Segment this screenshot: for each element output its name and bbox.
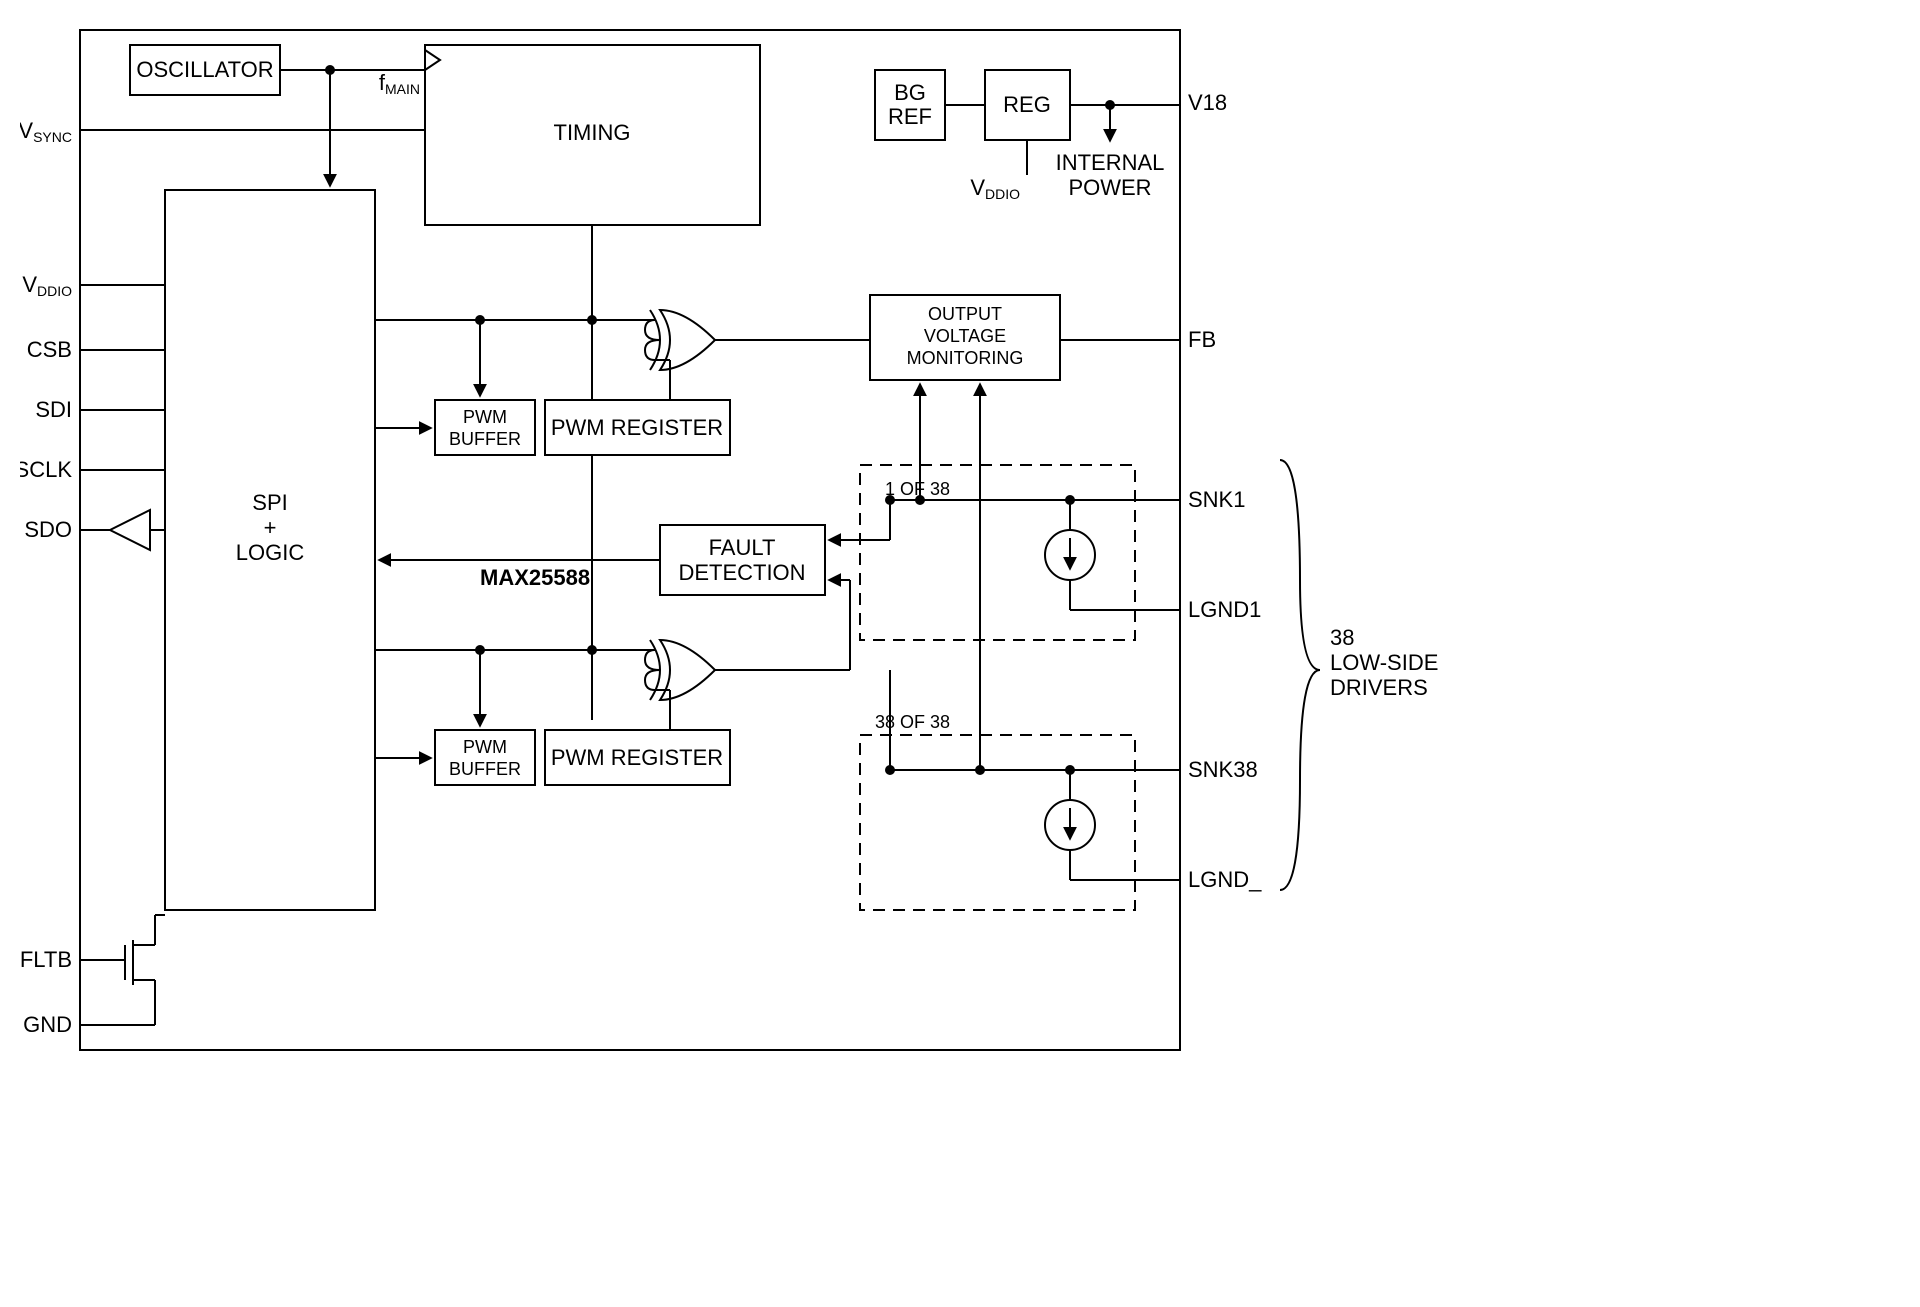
drivers-l1: 38 — [1330, 625, 1354, 650]
current-source-38-icon — [1045, 800, 1095, 850]
svg-text:BUFFER: BUFFER — [449, 429, 521, 449]
svg-text:PWM: PWM — [463, 407, 507, 427]
lgnd1-pin: LGND1 — [1188, 597, 1261, 622]
reg-label: REG — [1003, 92, 1051, 117]
svg-text:DETECTION: DETECTION — [678, 560, 805, 585]
sdo-pin: SDO — [24, 517, 72, 542]
intpwr-l1: INTERNAL — [1056, 150, 1165, 175]
sclk-pin: SCLK — [20, 457, 72, 482]
current-source-1-icon — [1045, 530, 1095, 580]
vsync-pin: VSYNC — [20, 118, 72, 145]
svg-text:VOLTAGE: VOLTAGE — [924, 326, 1006, 346]
csb-pin: CSB — [27, 337, 72, 362]
svg-text:PWM: PWM — [463, 737, 507, 757]
fb-pin: FB — [1188, 327, 1216, 352]
svg-text:MONITORING: MONITORING — [907, 348, 1024, 368]
oscillator-label: OSCILLATOR — [136, 57, 273, 82]
gnd-pin: GND — [23, 1012, 72, 1037]
bgref-l2: REF — [888, 104, 932, 129]
vddio-pin: VDDIO — [22, 272, 72, 299]
svg-text:OUTPUT: OUTPUT — [928, 304, 1002, 324]
brace-icon — [1280, 460, 1320, 890]
drivers-l3: DRIVERS — [1330, 675, 1428, 700]
spi-l3: LOGIC — [236, 540, 305, 565]
drivers-l2: LOW-SIDE — [1330, 650, 1438, 675]
spi-l1: SPI — [252, 490, 287, 515]
bgref-l1: BG — [894, 80, 926, 105]
timing-label: TIMING — [554, 120, 631, 145]
block-diagram: OSCILLATOR TIMING fMAIN BG REF REG V18 I… — [20, 20, 1540, 1070]
sdi-pin: SDI — [35, 397, 72, 422]
svg-text:FAULT: FAULT — [709, 535, 776, 560]
driver-38-label: 38 OF 38 — [875, 712, 950, 732]
v18-pin: V18 — [1188, 90, 1227, 115]
svg-text:BUFFER: BUFFER — [449, 759, 521, 779]
snk38-pin: SNK38 — [1188, 757, 1258, 782]
lgnd_-pin: LGND_ — [1188, 867, 1262, 892]
svg-text:PWM REGISTER: PWM REGISTER — [551, 415, 723, 440]
fltb-pin: FLTB — [20, 947, 72, 972]
spi-l2: + — [264, 515, 277, 540]
svg-text:PWM REGISTER: PWM REGISTER — [551, 745, 723, 770]
chip-name: MAX25588 — [480, 565, 590, 590]
snk1-pin: SNK1 — [1188, 487, 1245, 512]
intpwr-l2: POWER — [1068, 175, 1151, 200]
